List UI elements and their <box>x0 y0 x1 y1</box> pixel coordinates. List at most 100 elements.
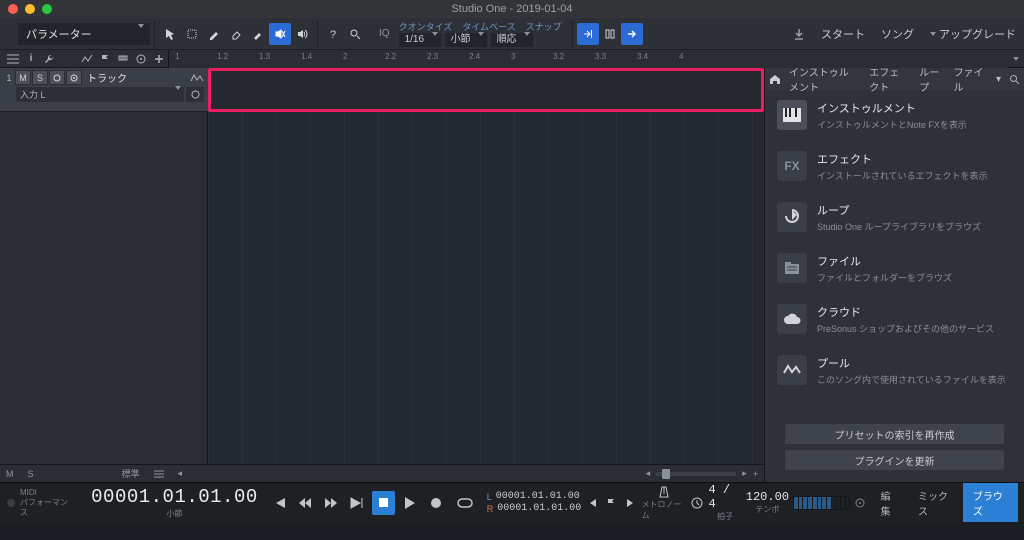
menu-icon[interactable] <box>4 51 22 67</box>
forward-button[interactable] <box>320 491 342 515</box>
input-select[interactable]: 入力 L <box>16 87 184 102</box>
footer-tab-edit[interactable]: 編集 <box>870 483 908 522</box>
output-meter <box>793 496 850 510</box>
input-monitor-icon[interactable] <box>186 87 204 102</box>
status-mode[interactable]: 標準 <box>122 467 140 480</box>
upgrade-button[interactable]: アップグレード <box>922 18 1024 49</box>
help-button[interactable]: ? <box>322 23 344 45</box>
mute-tool[interactable] <box>269 23 291 45</box>
marker-add-icon[interactable] <box>604 491 619 515</box>
status-solo[interactable]: S <box>28 469 34 479</box>
browser-item-subtitle: ファイルとフォルダーをブラウズ <box>817 272 952 284</box>
add-icon[interactable] <box>150 51 168 67</box>
footer-tab-mix[interactable]: ミックス <box>908 483 963 522</box>
rebuild-index-button[interactable]: プリセットの索引を再作成 <box>785 424 1004 444</box>
status-collapse-icon[interactable]: ◂ <box>178 468 183 479</box>
time-display[interactable]: 00001.01.01.00 小節 <box>85 486 264 519</box>
target-icon[interactable] <box>132 51 150 67</box>
parameter-display[interactable]: パラメーター <box>18 23 150 45</box>
marker-prev-icon[interactable] <box>585 491 600 515</box>
download-icon[interactable] <box>785 23 813 45</box>
browser-item-loop[interactable]: ループStudio One ループライブラリをブラウズ <box>765 192 1024 243</box>
browser-item-title: クラウド <box>817 304 994 320</box>
hscroll-right-icon[interactable]: ▸ <box>742 468 747 479</box>
stop-button[interactable] <box>372 491 394 515</box>
track-lane-highlighted[interactable] <box>208 68 764 112</box>
loc-r-time[interactable]: 00001.01.01.00 <box>497 503 581 515</box>
track-header[interactable]: 1 M S トラック 入力 L <box>0 68 208 112</box>
loc-l-time[interactable]: 00001.01.01.00 <box>496 491 580 503</box>
timeline-ruler[interactable]: 11.21.31.422.22.32.433.23.33.44 <box>168 50 1008 68</box>
browser-item-pool[interactable]: プールこのソング内で使用されているファイルを表示 <box>765 345 1024 396</box>
ruler-tick: 4 <box>679 52 683 61</box>
snap-toggle[interactable] <box>599 23 621 45</box>
status-mute[interactable]: M <box>6 469 14 479</box>
track-number: 1 <box>4 73 14 83</box>
arrangement-grid[interactable] <box>208 112 764 464</box>
meter-settings-icon[interactable] <box>854 497 866 509</box>
go-start-button[interactable] <box>268 491 290 515</box>
play-button[interactable] <box>399 491 421 515</box>
window-title: Studio One - 2019-01-04 <box>0 3 1024 15</box>
loop-icon <box>777 202 807 232</box>
record-arm-button[interactable] <box>49 70 65 85</box>
flag-icon[interactable] <box>96 51 114 67</box>
tempo-display[interactable]: 120.00 テンポ <box>746 490 789 515</box>
browser-item-piano[interactable]: インストゥルメントインストゥルメントとNote FXを表示 <box>765 90 1024 141</box>
ruler-tick: 2 <box>343 52 347 61</box>
quantize-select[interactable]: 1/16 <box>399 33 441 47</box>
timebase-select[interactable]: 小節 <box>445 33 487 47</box>
mute-button[interactable]: M <box>15 70 31 85</box>
ruler-end-icon[interactable] <box>1008 57 1024 61</box>
timesig-display[interactable]: 4 / 4 拍子 <box>708 483 741 522</box>
hzoom-slider[interactable] <box>656 472 736 476</box>
status-menu-icon[interactable] <box>154 470 164 478</box>
ruler-tick: 1.4 <box>301 52 312 61</box>
follow-button[interactable] <box>621 23 643 45</box>
automation-icon[interactable] <box>78 51 96 67</box>
instrument-icon[interactable] <box>190 73 204 83</box>
marker-next-icon[interactable] <box>623 491 638 515</box>
loop-button[interactable] <box>451 491 479 515</box>
record-button[interactable] <box>425 491 447 515</box>
metronome-group[interactable]: メトロノーム <box>642 485 686 521</box>
browser-item-file[interactable]: ファイルファイルとフォルダーをブラウズ <box>765 243 1024 294</box>
loc-l-label: L <box>487 492 492 502</box>
browser-item-title: ループ <box>817 202 981 218</box>
browser-item-cloud[interactable]: クラウド PreSonus ショップおよびその他のサービス <box>765 294 1024 345</box>
arrow-tool[interactable] <box>159 23 181 45</box>
start-button[interactable]: スタート <box>813 18 873 49</box>
add-track-icon[interactable]: + <box>753 469 758 479</box>
browser-search-icon[interactable] <box>1009 74 1020 85</box>
browser-item-fx[interactable]: FXエフェクトインストールされているエフェクトを表示 <box>765 141 1024 192</box>
autoscroll-button[interactable] <box>577 23 599 45</box>
go-end-button[interactable] <box>346 491 368 515</box>
erase-tool[interactable] <box>225 23 247 45</box>
paint-tool[interactable] <box>247 23 269 45</box>
song-button[interactable]: ソング <box>873 18 922 49</box>
monitor-button[interactable] <box>66 70 82 85</box>
solo-button[interactable]: S <box>32 70 48 85</box>
edit-tool-row: i 11.21.31.422.22.32.433.23.33.44 <box>0 50 1024 68</box>
ruler-tick: 1.2 <box>217 52 228 61</box>
draw-tool[interactable] <box>203 23 225 45</box>
snap-select[interactable]: 順応 <box>491 33 533 47</box>
wrench-icon[interactable] <box>40 51 58 67</box>
track-name[interactable]: トラック <box>83 70 189 85</box>
update-plugins-button[interactable]: プラグインを更新 <box>785 450 1004 470</box>
info-icon[interactable]: i <box>22 51 40 67</box>
iq-button[interactable]: IQ <box>376 23 393 45</box>
cloud-icon <box>777 304 807 334</box>
browser-item-subtitle: PreSonus ショップおよびその他のサービス <box>817 323 994 335</box>
search-button[interactable] <box>344 23 366 45</box>
listen-tool[interactable] <box>291 23 313 45</box>
browser-tab-more[interactable]: ▾ <box>992 72 1005 87</box>
hscroll-left-icon[interactable]: ◂ <box>646 468 651 479</box>
rewind-button[interactable] <box>294 491 316 515</box>
preroll-icon[interactable] <box>690 491 705 515</box>
ruler-tick: 2.2 <box>385 52 396 61</box>
home-icon[interactable] <box>769 74 781 85</box>
marker-icon[interactable] <box>114 51 132 67</box>
footer-tab-browse[interactable]: ブラウズ <box>963 483 1018 522</box>
range-tool[interactable] <box>181 23 203 45</box>
